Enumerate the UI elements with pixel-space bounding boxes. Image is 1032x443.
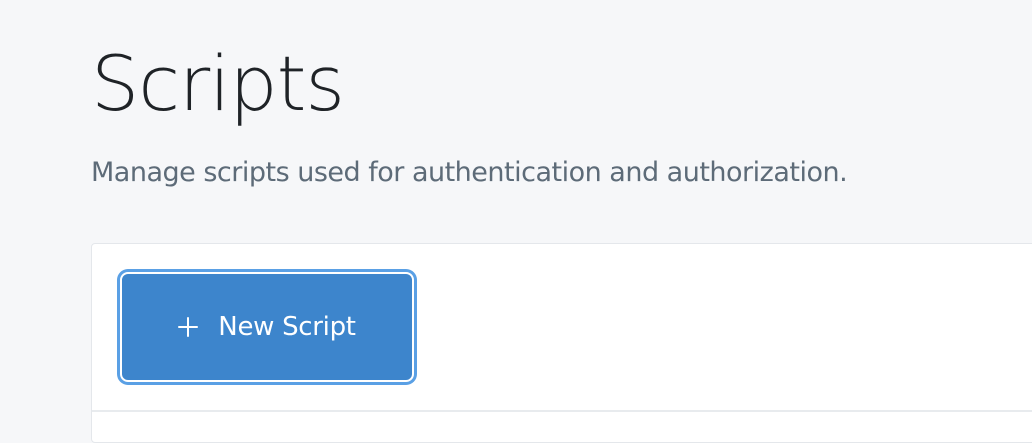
page-description: Manage scripts used for authentication a… [91, 157, 848, 188]
card-divider [92, 410, 1032, 412]
page-title: Scripts [91, 39, 345, 128]
scripts-card: New Script [91, 243, 1032, 443]
new-script-label: New Script [218, 312, 356, 342]
plus-icon [178, 317, 199, 337]
page-header: Scripts [91, 38, 345, 130]
new-script-button[interactable]: New Script [120, 272, 414, 382]
